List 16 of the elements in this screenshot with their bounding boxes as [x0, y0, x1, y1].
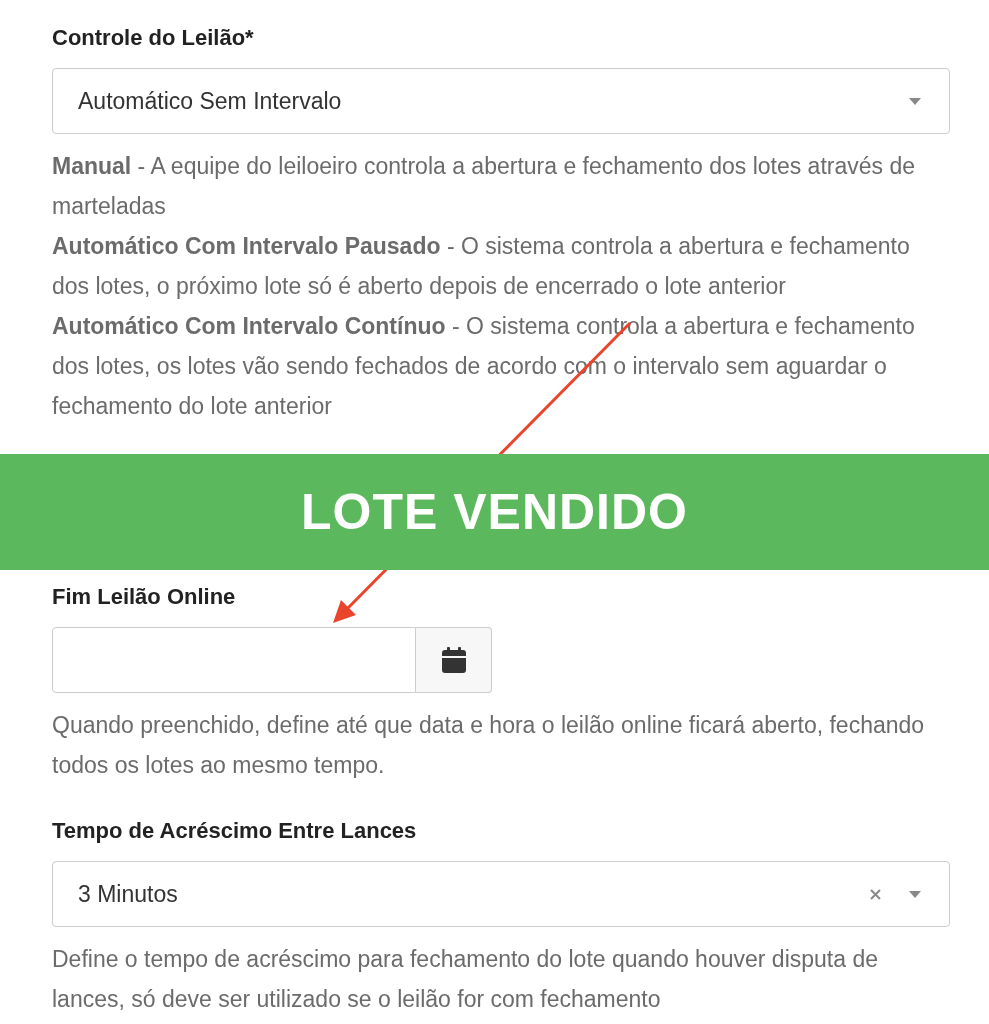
- date-input[interactable]: [52, 627, 416, 693]
- select-field[interactable]: Automático Sem Intervalo: [52, 68, 950, 134]
- calendar-button[interactable]: [416, 627, 492, 693]
- field-label: Controle do Leilão*: [52, 24, 255, 52]
- caret-icon: [909, 890, 921, 898]
- field-label: Fim Leilão Online: [52, 583, 237, 611]
- help-text: Define o tempo de acréscimo para fechamento do lote quando houver disputa de lances, só deve ser utilizado se o leilão for com fechamento: [52, 945, 879, 1014]
- field-label: Tempo de Acréscimo Entre Lances: [52, 817, 418, 845]
- option-description: Automático Com Intervalo Pausado - O sistema controla a abertura e fechamento dos lotes, o próximo lote só é aberto depois de encerrado o lote anterior: [52, 232, 911, 301]
- option-description: Manual - A equipe do leiloeiro controla a abertura e fechamento dos lotes através de marteladas: [52, 152, 916, 221]
- help-text: Quando preenchido, define até que data e hora o leilão online ficará aberto, fechando todos os lotes ao mesmo tempo.: [52, 711, 926, 780]
- banner-text: LOTE VENDIDO: [301, 482, 688, 542]
- calendar-icon: [441, 647, 466, 673]
- caret-icon: [909, 97, 921, 105]
- select-field[interactable]: 3 Minutos: [52, 861, 950, 927]
- clear-icon[interactable]: [870, 888, 881, 900]
